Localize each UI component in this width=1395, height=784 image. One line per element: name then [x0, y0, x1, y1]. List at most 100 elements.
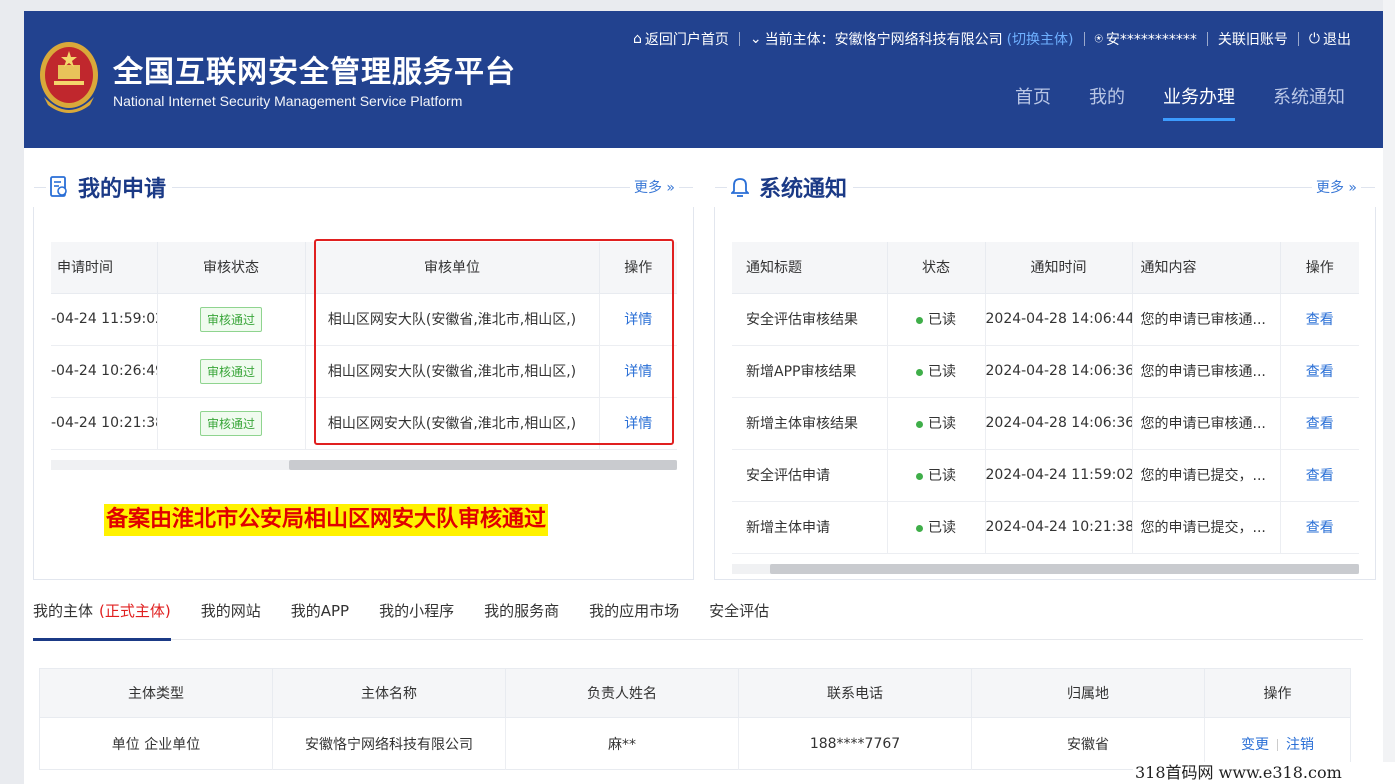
notice-title: 新增主体审核结果: [732, 397, 888, 450]
column-header: 申请时间: [51, 242, 158, 294]
main-nav: 首页 我的 业务办理 系统通知: [977, 83, 1345, 123]
column-header: 审核状态: [157, 242, 306, 294]
notice-time: 2024-04-28 14:06:36: [985, 397, 1133, 450]
apply-time: -04-24 11:59:02: [51, 293, 158, 346]
user-icon: ⍟: [1094, 31, 1103, 47]
apply-time: -04-24 10:21:38: [51, 397, 158, 450]
power-icon: ⏻: [1308, 31, 1320, 47]
subject-type: 单位 企业单位: [39, 717, 273, 770]
change-button[interactable]: 变更: [1241, 737, 1269, 753]
notice-status: 已读: [928, 468, 956, 484]
user-account[interactable]: 安***********: [1106, 29, 1197, 49]
read-status-dot: [916, 420, 923, 428]
horizontal-scrollbar[interactable]: [732, 564, 1359, 574]
logout-link[interactable]: 退出: [1323, 29, 1351, 49]
divider: [1297, 32, 1299, 46]
tab-my-subject[interactable]: 我的主体 (正式主体): [33, 596, 186, 641]
tab-security-assessment[interactable]: 安全评估: [694, 596, 784, 640]
formal-subject-tag: (正式主体): [99, 602, 171, 620]
more-link[interactable]: 更多 »: [1311, 177, 1361, 197]
current-subject-label: 当前主体：安徽恪宁网络科技有限公司: [764, 32, 1003, 48]
document-icon: [50, 176, 67, 197]
link-old-account-link[interactable]: 关联旧账号: [1218, 29, 1288, 49]
column-header: 通知时间: [985, 242, 1133, 294]
status-badge: 审核通过: [199, 358, 262, 384]
apply-time: -04-24 10:26:49: [51, 345, 158, 398]
nav-business[interactable]: 业务办理: [1163, 83, 1235, 123]
status-badge: 审核通过: [199, 306, 262, 332]
notice-time: 2024-04-24 10:21:38: [985, 501, 1133, 554]
nav-mine[interactable]: 我的: [1089, 83, 1125, 123]
column-header: 状态: [887, 242, 986, 294]
notice-title: 新增APP审核结果: [732, 345, 888, 398]
site-title: 全国互联网安全管理服务平台: [113, 55, 516, 90]
column-header: 主体类型: [39, 668, 273, 718]
notice-content: 您的申请已提交，...: [1132, 449, 1281, 502]
home-portal-link[interactable]: 返回门户首页: [645, 29, 729, 49]
column-header: 通知内容: [1132, 242, 1281, 294]
scrollbar-thumb[interactable]: [289, 460, 677, 470]
read-status-dot: [916, 472, 923, 480]
column-header: 主体名称: [272, 668, 506, 718]
divider: [1083, 32, 1085, 46]
notice-title: 新增主体申请: [732, 501, 888, 554]
notice-content: 您的申请已审核通...: [1132, 293, 1281, 346]
tab-label: 我的主体: [33, 602, 94, 620]
notice-time: 2024-04-24 11:59:02: [985, 449, 1133, 502]
subject-name: 安徽恪宁网络科技有限公司: [272, 717, 506, 770]
panel-title: 系统通知: [759, 177, 848, 202]
switch-subject-link[interactable]: (切换主体): [1007, 29, 1074, 49]
divider: [1206, 32, 1208, 46]
tab-my-website[interactable]: 我的网站: [186, 596, 276, 640]
tab-my-app[interactable]: 我的APP: [276, 596, 364, 640]
notice-status: 已读: [928, 520, 956, 536]
nav-home[interactable]: 首页: [1015, 83, 1051, 123]
national-emblem-icon: [40, 42, 98, 113]
view-link[interactable]: 查看: [1280, 293, 1359, 346]
table-row: 新增APP审核结果 已读 2024-04-28 14:06:36 您的申请已审核…: [732, 345, 1359, 398]
tab-my-app-market[interactable]: 我的应用市场: [574, 596, 694, 640]
scrollbar-thumb[interactable]: [770, 564, 1359, 574]
notice-title: 安全评估申请: [732, 449, 888, 502]
app-window: 全国互联网安全管理服务平台 National Internet Security…: [24, 11, 1383, 784]
subject-tabs: 我的主体 (正式主体) 我的网站 我的APP 我的小程序 我的服务商 我的应用市场…: [33, 596, 1363, 641]
cancel-button[interactable]: 注销: [1286, 737, 1314, 753]
home-icon: ⌂: [632, 31, 642, 47]
site-header: 全国互联网安全管理服务平台 National Internet Security…: [24, 11, 1383, 148]
column-header: 负责人姓名: [505, 668, 739, 718]
status-badge: 审核通过: [199, 410, 262, 436]
column-header: 归属地: [971, 668, 1205, 718]
tab-my-provider[interactable]: 我的服务商: [469, 596, 574, 640]
notice-time: 2024-04-28 14:06:36: [985, 345, 1133, 398]
read-status-dot: [916, 316, 923, 324]
notice-content: 您的申请已审核通...: [1132, 345, 1281, 398]
view-link[interactable]: 查看: [1280, 397, 1359, 450]
panel-header: 我的申请 更多 »: [34, 171, 693, 229]
more-link[interactable]: 更多 »: [629, 177, 679, 197]
subject-table: 主体类型 主体名称 负责人姓名 联系电话 归属地 操作 单位 企业单位 安徽恪宁…: [39, 668, 1351, 770]
notices-table: 通知标题 状态 通知时间 通知内容 操作 安全评估审核结果 已读 2024-04…: [732, 242, 1359, 554]
horizontal-scrollbar[interactable]: [51, 460, 677, 470]
person-name: 麻**: [505, 717, 739, 770]
view-link[interactable]: 查看: [1280, 501, 1359, 554]
view-link[interactable]: 查看: [1280, 449, 1359, 502]
nav-notices[interactable]: 系统通知: [1273, 83, 1345, 123]
column-header: 通知标题: [732, 242, 888, 294]
annotation-red-box: [314, 239, 674, 445]
tab-my-miniprogram[interactable]: 我的小程序: [364, 596, 469, 640]
table-row: 新增主体审核结果 已读 2024-04-28 14:06:36 您的申请已审核通…: [732, 397, 1359, 450]
view-link[interactable]: 查看: [1280, 345, 1359, 398]
column-header: 操作: [1280, 242, 1359, 294]
page-right-edge: [1383, 0, 1395, 784]
divider: [738, 32, 740, 46]
read-status-dot: [916, 524, 923, 532]
notice-time: 2024-04-28 14:06:44: [985, 293, 1133, 346]
notice-content: 您的申请已提交，...: [1132, 501, 1281, 554]
table-row: 安全评估审核结果 已读 2024-04-28 14:06:44 您的申请已审核通…: [732, 293, 1359, 346]
chevron-down-icon[interactable]: ⌄: [750, 31, 762, 47]
panel-title: 我的申请: [78, 177, 167, 202]
panel-header: 系统通知 更多 »: [715, 171, 1375, 229]
phone-number: 188****7767: [738, 717, 972, 770]
table-row: 安全评估申请 已读 2024-04-24 11:59:02 您的申请已提交，..…: [732, 449, 1359, 502]
site-subtitle: National Internet Security Management Se…: [113, 93, 463, 109]
